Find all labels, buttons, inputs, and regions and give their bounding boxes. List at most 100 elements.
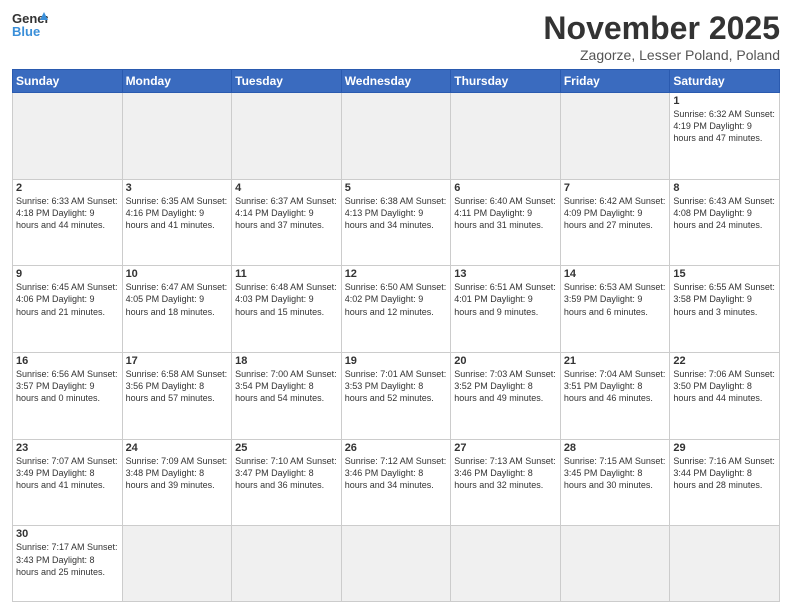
- cell-info: Sunrise: 6:48 AM Sunset: 4:03 PM Dayligh…: [235, 281, 338, 317]
- calendar-header-row: Sunday Monday Tuesday Wednesday Thursday…: [13, 70, 780, 93]
- cell-info: Sunrise: 7:13 AM Sunset: 3:46 PM Dayligh…: [454, 455, 557, 491]
- cell-info: Sunrise: 7:09 AM Sunset: 3:48 PM Dayligh…: [126, 455, 229, 491]
- table-row: 21Sunrise: 7:04 AM Sunset: 3:51 PM Dayli…: [560, 353, 670, 440]
- table-row: 24Sunrise: 7:09 AM Sunset: 3:48 PM Dayli…: [122, 439, 232, 526]
- cell-info: Sunrise: 6:58 AM Sunset: 3:56 PM Dayligh…: [126, 368, 229, 404]
- table-row: 22Sunrise: 7:06 AM Sunset: 3:50 PM Dayli…: [670, 353, 780, 440]
- day-number: 23: [16, 442, 119, 454]
- table-row: 3Sunrise: 6:35 AM Sunset: 4:16 PM Daylig…: [122, 179, 232, 266]
- day-number: 16: [16, 355, 119, 367]
- table-row: 8Sunrise: 6:43 AM Sunset: 4:08 PM Daylig…: [670, 179, 780, 266]
- day-number: 17: [126, 355, 229, 367]
- table-row: [560, 526, 670, 602]
- table-row: 28Sunrise: 7:15 AM Sunset: 3:45 PM Dayli…: [560, 439, 670, 526]
- cell-info: Sunrise: 7:06 AM Sunset: 3:50 PM Dayligh…: [673, 368, 776, 404]
- table-row: [451, 526, 561, 602]
- cell-info: Sunrise: 6:56 AM Sunset: 3:57 PM Dayligh…: [16, 368, 119, 404]
- table-row: 26Sunrise: 7:12 AM Sunset: 3:46 PM Dayli…: [341, 439, 451, 526]
- table-row: 19Sunrise: 7:01 AM Sunset: 3:53 PM Dayli…: [341, 353, 451, 440]
- cell-info: Sunrise: 6:53 AM Sunset: 3:59 PM Dayligh…: [564, 281, 667, 317]
- day-number: 20: [454, 355, 557, 367]
- table-row: 5Sunrise: 6:38 AM Sunset: 4:13 PM Daylig…: [341, 179, 451, 266]
- cell-info: Sunrise: 6:55 AM Sunset: 3:58 PM Dayligh…: [673, 281, 776, 317]
- calendar-table: Sunday Monday Tuesday Wednesday Thursday…: [12, 69, 780, 602]
- day-number: 15: [673, 268, 776, 280]
- table-row: 4Sunrise: 6:37 AM Sunset: 4:14 PM Daylig…: [232, 179, 342, 266]
- table-row: [122, 526, 232, 602]
- table-row: [341, 526, 451, 602]
- day-number: 26: [345, 442, 448, 454]
- day-number: 8: [673, 182, 776, 194]
- cell-info: Sunrise: 6:43 AM Sunset: 4:08 PM Dayligh…: [673, 195, 776, 231]
- table-row: 20Sunrise: 7:03 AM Sunset: 3:52 PM Dayli…: [451, 353, 561, 440]
- cell-info: Sunrise: 6:37 AM Sunset: 4:14 PM Dayligh…: [235, 195, 338, 231]
- day-number: 3: [126, 182, 229, 194]
- day-number: 9: [16, 268, 119, 280]
- table-row: 13Sunrise: 6:51 AM Sunset: 4:01 PM Dayli…: [451, 266, 561, 353]
- day-number: 14: [564, 268, 667, 280]
- cell-info: Sunrise: 6:38 AM Sunset: 4:13 PM Dayligh…: [345, 195, 448, 231]
- table-row: 30Sunrise: 7:17 AM Sunset: 3:43 PM Dayli…: [13, 526, 123, 602]
- col-wednesday: Wednesday: [341, 70, 451, 93]
- cell-info: Sunrise: 6:45 AM Sunset: 4:06 PM Dayligh…: [16, 281, 119, 317]
- col-friday: Friday: [560, 70, 670, 93]
- table-row: 18Sunrise: 7:00 AM Sunset: 3:54 PM Dayli…: [232, 353, 342, 440]
- col-tuesday: Tuesday: [232, 70, 342, 93]
- day-number: 6: [454, 182, 557, 194]
- header: General Blue November 2025 Zagorze, Less…: [12, 10, 780, 63]
- cell-info: Sunrise: 6:47 AM Sunset: 4:05 PM Dayligh…: [126, 281, 229, 317]
- cell-info: Sunrise: 7:10 AM Sunset: 3:47 PM Dayligh…: [235, 455, 338, 491]
- table-row: 12Sunrise: 6:50 AM Sunset: 4:02 PM Dayli…: [341, 266, 451, 353]
- cell-info: Sunrise: 7:17 AM Sunset: 3:43 PM Dayligh…: [16, 541, 119, 577]
- day-number: 13: [454, 268, 557, 280]
- table-row: 25Sunrise: 7:10 AM Sunset: 3:47 PM Dayli…: [232, 439, 342, 526]
- day-number: 22: [673, 355, 776, 367]
- col-thursday: Thursday: [451, 70, 561, 93]
- cell-info: Sunrise: 6:33 AM Sunset: 4:18 PM Dayligh…: [16, 195, 119, 231]
- table-row: 29Sunrise: 7:16 AM Sunset: 3:44 PM Dayli…: [670, 439, 780, 526]
- table-row: 9Sunrise: 6:45 AM Sunset: 4:06 PM Daylig…: [13, 266, 123, 353]
- location: Zagorze, Lesser Poland, Poland: [543, 47, 780, 63]
- cell-info: Sunrise: 6:51 AM Sunset: 4:01 PM Dayligh…: [454, 281, 557, 317]
- table-row: [122, 93, 232, 180]
- day-number: 25: [235, 442, 338, 454]
- cell-info: Sunrise: 6:35 AM Sunset: 4:16 PM Dayligh…: [126, 195, 229, 231]
- day-number: 2: [16, 182, 119, 194]
- day-number: 1: [673, 95, 776, 107]
- cell-info: Sunrise: 6:42 AM Sunset: 4:09 PM Dayligh…: [564, 195, 667, 231]
- day-number: 29: [673, 442, 776, 454]
- day-number: 28: [564, 442, 667, 454]
- day-number: 18: [235, 355, 338, 367]
- table-row: 15Sunrise: 6:55 AM Sunset: 3:58 PM Dayli…: [670, 266, 780, 353]
- day-number: 21: [564, 355, 667, 367]
- day-number: 11: [235, 268, 338, 280]
- table-row: 14Sunrise: 6:53 AM Sunset: 3:59 PM Dayli…: [560, 266, 670, 353]
- logo-icon: General Blue: [12, 10, 48, 38]
- table-row: 6Sunrise: 6:40 AM Sunset: 4:11 PM Daylig…: [451, 179, 561, 266]
- cell-info: Sunrise: 6:40 AM Sunset: 4:11 PM Dayligh…: [454, 195, 557, 231]
- cell-info: Sunrise: 7:15 AM Sunset: 3:45 PM Dayligh…: [564, 455, 667, 491]
- cell-info: Sunrise: 7:03 AM Sunset: 3:52 PM Dayligh…: [454, 368, 557, 404]
- table-row: 10Sunrise: 6:47 AM Sunset: 4:05 PM Dayli…: [122, 266, 232, 353]
- cell-info: Sunrise: 7:00 AM Sunset: 3:54 PM Dayligh…: [235, 368, 338, 404]
- table-row: [670, 526, 780, 602]
- svg-text:Blue: Blue: [12, 24, 40, 38]
- day-number: 4: [235, 182, 338, 194]
- table-row: [13, 93, 123, 180]
- day-number: 30: [16, 528, 119, 540]
- day-number: 24: [126, 442, 229, 454]
- logo: General Blue: [12, 10, 48, 38]
- table-row: 16Sunrise: 6:56 AM Sunset: 3:57 PM Dayli…: [13, 353, 123, 440]
- cell-info: Sunrise: 7:16 AM Sunset: 3:44 PM Dayligh…: [673, 455, 776, 491]
- cell-info: Sunrise: 7:01 AM Sunset: 3:53 PM Dayligh…: [345, 368, 448, 404]
- cell-info: Sunrise: 6:50 AM Sunset: 4:02 PM Dayligh…: [345, 281, 448, 317]
- table-row: 11Sunrise: 6:48 AM Sunset: 4:03 PM Dayli…: [232, 266, 342, 353]
- table-row: [232, 526, 342, 602]
- cell-info: Sunrise: 7:04 AM Sunset: 3:51 PM Dayligh…: [564, 368, 667, 404]
- col-monday: Monday: [122, 70, 232, 93]
- table-row: [232, 93, 342, 180]
- table-row: 7Sunrise: 6:42 AM Sunset: 4:09 PM Daylig…: [560, 179, 670, 266]
- page: General Blue November 2025 Zagorze, Less…: [0, 0, 792, 612]
- month-title: November 2025: [543, 10, 780, 47]
- cell-info: Sunrise: 7:12 AM Sunset: 3:46 PM Dayligh…: [345, 455, 448, 491]
